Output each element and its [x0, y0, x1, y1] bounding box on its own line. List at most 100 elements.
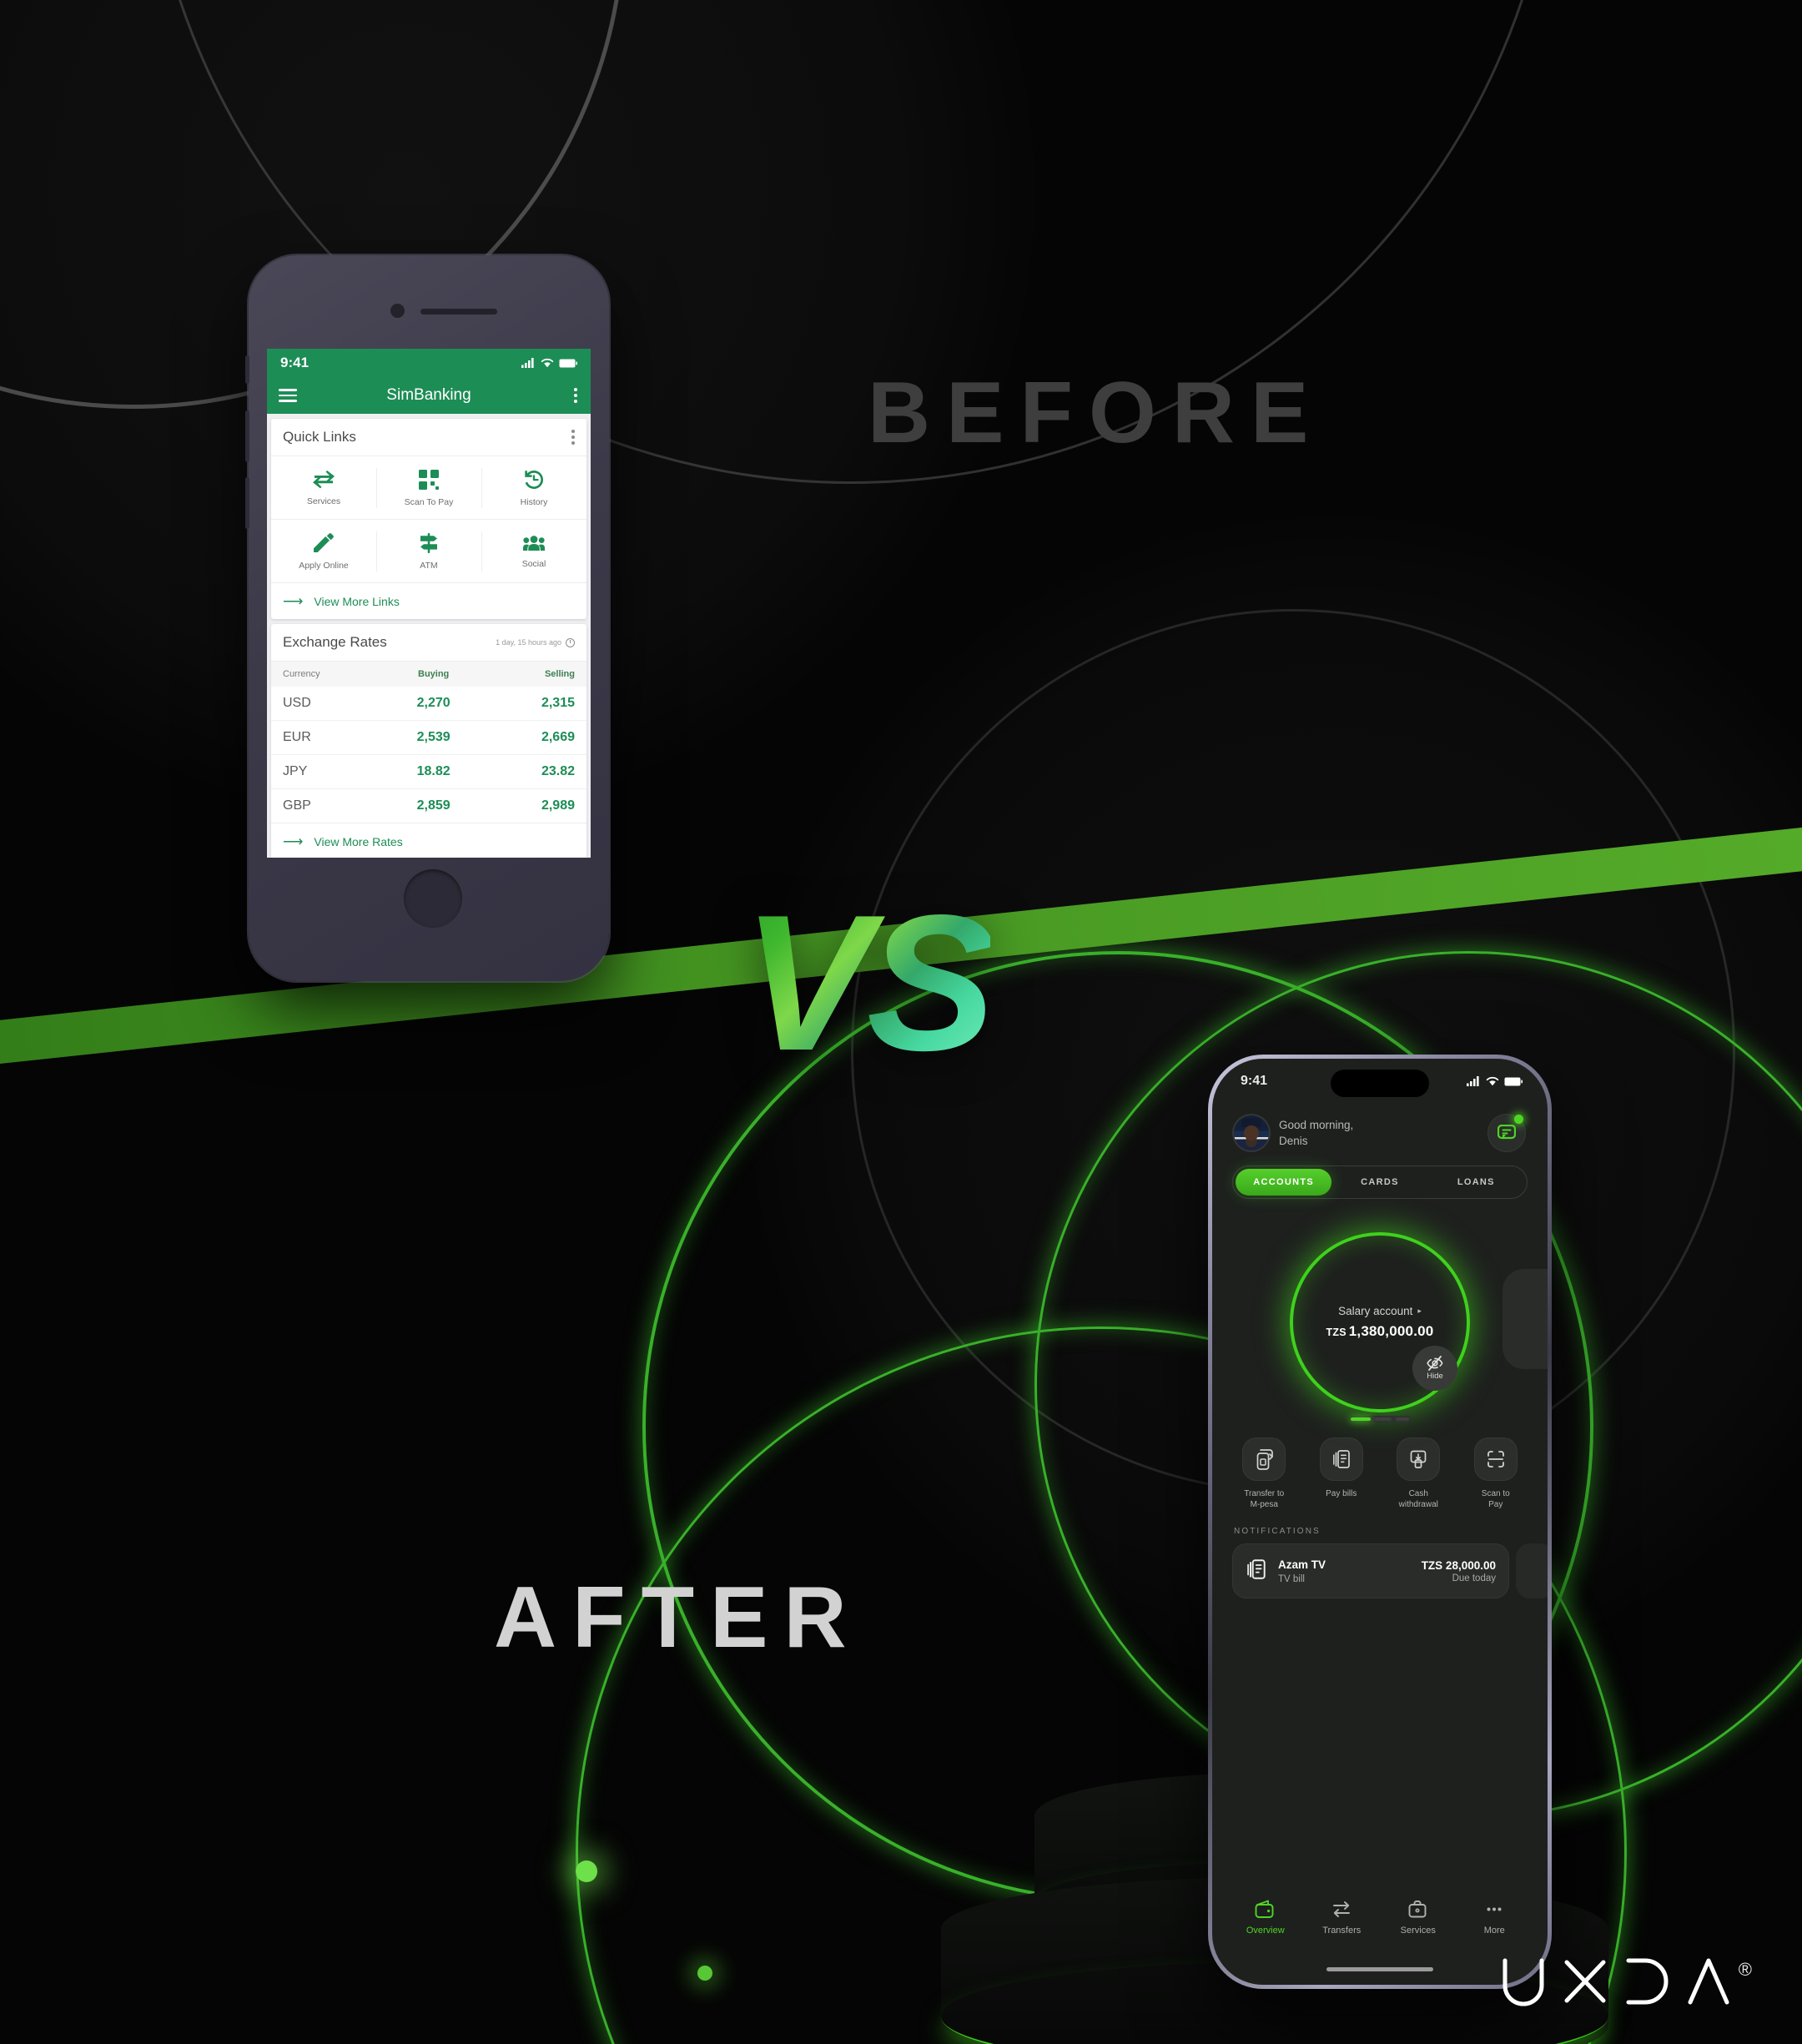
after-phone-device: 9:41 Good morning, Denis ACCOUNTS CARDS …: [1208, 1055, 1552, 1989]
atm-cash-icon: [1397, 1437, 1441, 1481]
before-label: BEFORE: [868, 365, 1325, 461]
tab-loans[interactable]: LOANS: [1428, 1169, 1524, 1196]
table-row: USD 2,270 2,315: [271, 687, 586, 720]
mobile-transfer-icon: [1242, 1437, 1286, 1481]
rate-buying: 2,859: [416, 798, 450, 813]
action-transfer-to-mpesa[interactable]: Transfer to M-pesa: [1227, 1437, 1301, 1510]
notification-title: Azam TV: [1278, 1558, 1326, 1571]
notification-card-peek[interactable]: [1516, 1543, 1548, 1598]
hide-balance-button[interactable]: Hide: [1412, 1346, 1457, 1391]
rate-selling: 23.82: [541, 764, 575, 778]
arrow-right-icon: ⟶: [283, 833, 304, 849]
status-time: 9:41: [280, 355, 310, 370]
rate-currency: USD: [283, 696, 311, 710]
hamburger-menu-icon[interactable]: [279, 389, 297, 402]
quick-link-atm[interactable]: ATM: [376, 520, 481, 582]
greeting-row: Good morning, Denis: [1212, 1104, 1548, 1152]
view-more-links-button[interactable]: ⟶ View More Links: [271, 582, 586, 619]
letter-d-icon: [1626, 1958, 1669, 2005]
exchange-rates-title: Exchange Rates: [283, 634, 387, 650]
hide-label: Hide: [1427, 1372, 1443, 1381]
letter-a-icon: [1688, 1958, 1729, 2005]
app-title: SimBanking: [386, 386, 471, 404]
action-label: Pay bills: [1326, 1489, 1357, 1498]
pencil-icon: [314, 533, 334, 552]
quick-link-label: Services: [306, 496, 341, 506]
nav-item-services[interactable]: Services: [1380, 1900, 1457, 1936]
before-app-bar: SimBanking: [267, 377, 591, 414]
after-phone-screen: 9:41 Good morning, Denis ACCOUNTS CARDS …: [1212, 1059, 1548, 1985]
exchange-rates-updated: 1 day, 15 hours ago: [496, 637, 575, 647]
quick-links-kebab-menu-icon[interactable]: [571, 430, 575, 445]
rate-buying: 18.82: [416, 764, 450, 778]
column-header-buying: Buying: [418, 669, 450, 679]
view-more-rates-button[interactable]: ⟶ View More Rates: [271, 823, 586, 858]
kebab-menu-icon[interactable]: [574, 388, 577, 403]
nav-label: Services: [1400, 1926, 1436, 1936]
cellular-signal-icon: [521, 358, 534, 368]
pager-dot: [1375, 1417, 1392, 1421]
quick-links-card: Quick Links Services Scan To Pay History…: [271, 419, 586, 619]
quick-link-social[interactable]: Social: [481, 520, 586, 582]
dynamic-island: [1331, 1070, 1429, 1097]
next-account-card-peek[interactable]: [1503, 1269, 1548, 1369]
before-phone-screen: 9:41 SimBanking Quick Links Services Sca…: [267, 349, 591, 858]
account-name: Salary account: [1338, 1305, 1413, 1317]
tab-accounts[interactable]: ACCOUNTS: [1236, 1169, 1332, 1196]
pager-dot: [1396, 1417, 1409, 1421]
table-row: EUR 2,539 2,669: [271, 720, 586, 754]
home-indicator[interactable]: [1326, 1967, 1433, 1971]
quick-link-scan-to-pay[interactable]: Scan To Pay: [376, 456, 481, 519]
transfer-arrows-icon: [1332, 1901, 1350, 1917]
cellular-signal-icon: [1467, 1076, 1479, 1086]
column-header-currency: Currency: [283, 669, 320, 679]
quick-link-apply-online[interactable]: Apply Online: [271, 520, 376, 582]
uxda-logo: ®: [1502, 1956, 1752, 2007]
rate-selling: 2,669: [541, 730, 575, 744]
rate-selling: 2,315: [541, 696, 575, 710]
notification-amount-block: TZS 28,000.00 Due today: [1422, 1559, 1496, 1583]
home-button[interactable]: [404, 869, 462, 928]
letter-u-icon: [1503, 1958, 1544, 2006]
exchange-rates-column-headers: Currency Buying Selling: [271, 662, 586, 687]
nav-item-overview[interactable]: Overview: [1227, 1900, 1304, 1936]
quick-link-history[interactable]: History: [481, 456, 586, 519]
signpost-icon: [420, 533, 437, 553]
rate-selling: 2,989: [541, 798, 575, 813]
mute-switch: [245, 355, 249, 384]
chat-bubble-icon: [1497, 1125, 1516, 1140]
bills-documents-icon: [1319, 1437, 1363, 1481]
account-selector[interactable]: Salary account ▸: [1338, 1305, 1422, 1317]
before-phone-device: 9:41 SimBanking Quick Links Services Sca…: [245, 255, 609, 981]
tab-cards[interactable]: CARDS: [1331, 1169, 1427, 1196]
nav-item-more[interactable]: More: [1457, 1900, 1533, 1936]
transfer-arrows-icon: [313, 471, 335, 489]
action-scan-to-pay[interactable]: Scan to Pay: [1459, 1437, 1533, 1510]
quick-links-title: Quick Links: [283, 429, 356, 445]
avatar[interactable]: [1234, 1115, 1269, 1150]
carousel-pager[interactable]: [1349, 1416, 1411, 1422]
action-pay-bills[interactable]: Pay bills: [1305, 1437, 1379, 1510]
quick-link-label: Apply Online: [299, 561, 349, 571]
ellipsis-icon: [1487, 1907, 1502, 1911]
scan-frame-icon: [1473, 1437, 1518, 1481]
rate-buying: 2,270: [416, 696, 450, 710]
action-cash-withdrawal[interactable]: Cash withdrawal: [1382, 1437, 1456, 1510]
list-item[interactable]: Azam TV TV bill TZS 28,000.00 Due today: [1232, 1543, 1509, 1598]
action-label: Transfer to M-pesa: [1244, 1489, 1285, 1509]
registered-trademark-icon: ®: [1738, 1959, 1752, 1980]
balance-carousel: Salary account ▸ TZS 1,380,000.00 Hide: [1212, 1211, 1548, 1434]
qr-code-icon: [419, 470, 439, 490]
view-more-rates-label: View More Rates: [314, 834, 403, 848]
messages-button[interactable]: [1487, 1114, 1526, 1152]
notification-amount: TZS 28,000.00: [1421, 1558, 1496, 1572]
bills-documents-icon: [1246, 1558, 1267, 1585]
exchange-rates-header: Exchange Rates 1 day, 15 hours ago: [271, 624, 586, 662]
after-status-bar: 9:41: [1212, 1059, 1548, 1104]
before-status-bar: 9:41: [267, 349, 591, 377]
quick-link-services[interactable]: Services: [271, 456, 376, 519]
quick-link-label: History: [520, 497, 548, 507]
battery-icon: [1504, 1077, 1523, 1085]
nav-item-transfers[interactable]: Transfers: [1304, 1900, 1381, 1936]
glow-speck-1: [576, 1860, 597, 1882]
